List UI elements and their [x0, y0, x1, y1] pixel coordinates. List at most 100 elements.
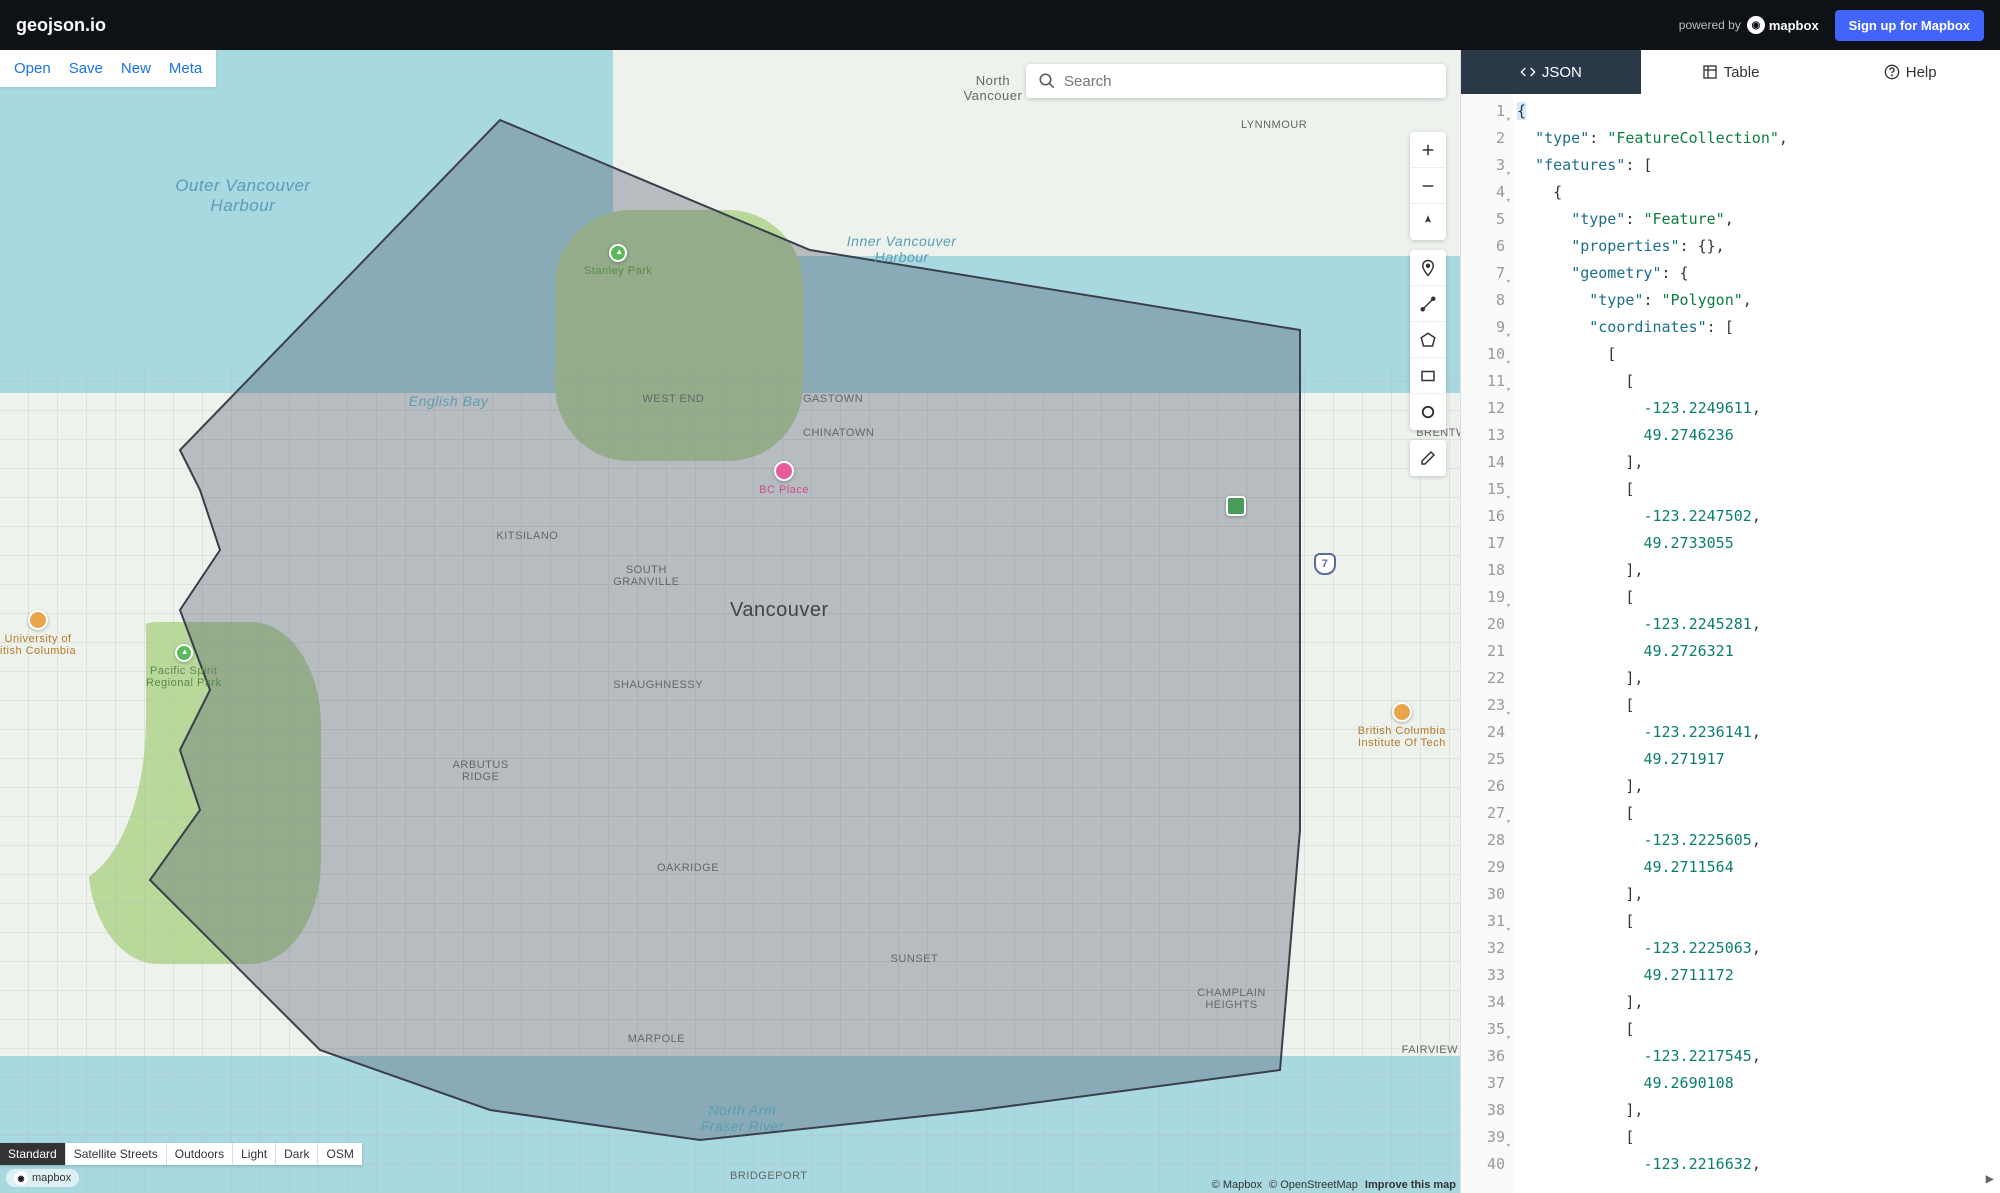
- code-line[interactable]: 49.2726321: [1513, 638, 2000, 665]
- stadium-icon: [774, 461, 794, 481]
- style-satellite[interactable]: Satellite Streets: [66, 1143, 167, 1165]
- code-line[interactable]: "type": "Feature",: [1513, 206, 2000, 233]
- code-line[interactable]: ],: [1513, 1097, 2000, 1124]
- code-line[interactable]: -123.2225063,: [1513, 935, 2000, 962]
- water-label-english-bay: English Bay: [409, 393, 488, 409]
- style-standard[interactable]: Standard: [0, 1143, 66, 1165]
- brand-title[interactable]: geojson.io: [16, 15, 106, 36]
- menu-open[interactable]: Open: [14, 60, 51, 77]
- code-line[interactable]: 49.2746236: [1513, 422, 2000, 449]
- zoom-out-button[interactable]: [1410, 168, 1446, 204]
- code-line[interactable]: [: [1513, 476, 2000, 503]
- attribution-osm[interactable]: © OpenStreetMap: [1269, 1179, 1358, 1191]
- search-input[interactable]: [1064, 73, 1434, 90]
- code-line[interactable]: -123.2216632,: [1513, 1151, 2000, 1178]
- draw-point-button[interactable]: [1410, 250, 1446, 286]
- highway-shield-7: 7: [1314, 553, 1336, 575]
- code-line[interactable]: [: [1513, 908, 2000, 935]
- signup-button[interactable]: Sign up for Mapbox: [1835, 10, 1984, 41]
- edit-button[interactable]: [1410, 440, 1446, 476]
- draw-circle-button[interactable]: [1410, 394, 1446, 430]
- gutter-line: 25: [1461, 746, 1509, 773]
- code-line[interactable]: -123.2225605,: [1513, 827, 2000, 854]
- gutter-line: 38: [1461, 1097, 1509, 1124]
- tab-help[interactable]: Help: [1820, 50, 2000, 94]
- water-label-north-arm: North ArmFraser River: [701, 1102, 784, 1134]
- gutter-line: 24: [1461, 719, 1509, 746]
- code-line[interactable]: [: [1513, 692, 2000, 719]
- code-line[interactable]: "properties": {},: [1513, 233, 2000, 260]
- gutter-line: 40: [1461, 1151, 1509, 1178]
- code-line[interactable]: ],: [1513, 557, 2000, 584]
- code-line[interactable]: {: [1513, 179, 2000, 206]
- code-line[interactable]: {: [1513, 98, 2000, 125]
- code-line[interactable]: "type": "FeatureCollection",: [1513, 125, 2000, 152]
- code-line[interactable]: [: [1513, 368, 2000, 395]
- gutter-line: 26: [1461, 773, 1509, 800]
- code-line[interactable]: -123.2249611,: [1513, 395, 2000, 422]
- code-line[interactable]: "coordinates": [: [1513, 314, 2000, 341]
- draw-line-button[interactable]: [1410, 286, 1446, 322]
- tab-help-label: Help: [1906, 64, 1937, 81]
- mapbox-logo[interactable]: ◉ mapbox: [1747, 16, 1819, 34]
- style-outdoors[interactable]: Outdoors: [167, 1143, 233, 1165]
- tab-table[interactable]: Table: [1641, 50, 1821, 94]
- code-line[interactable]: 49.2733055: [1513, 530, 2000, 557]
- code-line[interactable]: ],: [1513, 773, 2000, 800]
- code-line[interactable]: 49.271917: [1513, 746, 2000, 773]
- code-line[interactable]: ],: [1513, 881, 2000, 908]
- code-line[interactable]: [: [1513, 1016, 2000, 1043]
- menu-meta[interactable]: Meta: [169, 60, 202, 77]
- gutter-line: 7▾: [1461, 260, 1509, 287]
- code-content[interactable]: { "type": "FeatureCollection", "features…: [1513, 94, 2000, 1193]
- code-line[interactable]: 49.2711172: [1513, 962, 2000, 989]
- mapbox-attribution-badge[interactable]: ◉ mapbox: [6, 1169, 79, 1187]
- menu-save[interactable]: Save: [69, 60, 103, 77]
- map-panel[interactable]: Vancouver Outer VancouverHarbour Inner V…: [0, 50, 1460, 1193]
- code-line[interactable]: -123.2236141,: [1513, 719, 2000, 746]
- attribution-improve[interactable]: Improve this map: [1365, 1179, 1456, 1191]
- menu-new[interactable]: New: [121, 60, 151, 77]
- code-line[interactable]: -123.2247502,: [1513, 503, 2000, 530]
- code-line[interactable]: ],: [1513, 989, 2000, 1016]
- mapbox-logo-icon: ◉: [14, 1171, 28, 1185]
- code-line[interactable]: 49.2690108: [1513, 1070, 2000, 1097]
- tab-json[interactable]: JSON: [1461, 50, 1641, 94]
- gutter-line: 12: [1461, 395, 1509, 422]
- code-line[interactable]: "type": "Polygon",: [1513, 287, 2000, 314]
- gutter-line: 32: [1461, 935, 1509, 962]
- style-light[interactable]: Light: [233, 1143, 276, 1165]
- gutter-line: 1▾: [1461, 98, 1509, 125]
- code-line[interactable]: ],: [1513, 449, 2000, 476]
- draw-polygon-button[interactable]: [1410, 322, 1446, 358]
- code-line[interactable]: [: [1513, 1124, 2000, 1151]
- draw-rectangle-button[interactable]: [1410, 358, 1446, 394]
- label-oakridge: OAKRIDGE: [657, 862, 719, 874]
- park-label-stanley: Stanley Park: [584, 244, 652, 277]
- label-south-granville: SOUTHGRANVILLE: [613, 564, 679, 588]
- gutter-line: 30: [1461, 881, 1509, 908]
- gutter-line: 15▾: [1461, 476, 1509, 503]
- zoom-in-button[interactable]: [1410, 132, 1446, 168]
- gutter-line: 33: [1461, 962, 1509, 989]
- code-line[interactable]: [: [1513, 800, 2000, 827]
- code-line[interactable]: -123.2217545,: [1513, 1043, 2000, 1070]
- code-line[interactable]: [: [1513, 584, 2000, 611]
- style-dark[interactable]: Dark: [276, 1143, 318, 1165]
- gutter-line: 16: [1461, 503, 1509, 530]
- label-west-end: WEST END: [642, 393, 704, 405]
- search-box[interactable]: [1026, 64, 1446, 98]
- code-editor[interactable]: 1▾23▾4▾567▾89▾10▾11▾12131415▾16171819▾20…: [1461, 94, 2000, 1193]
- code-line[interactable]: [: [1513, 341, 2000, 368]
- code-line[interactable]: "features": [: [1513, 152, 2000, 179]
- code-line[interactable]: ],: [1513, 665, 2000, 692]
- code-line[interactable]: 49.2711564: [1513, 854, 2000, 881]
- gutter-line: 18: [1461, 557, 1509, 584]
- code-line[interactable]: -123.2245281,: [1513, 611, 2000, 638]
- compass-button[interactable]: [1410, 204, 1446, 240]
- gutter-line: 20: [1461, 611, 1509, 638]
- scroll-right-arrow[interactable]: ▶: [1986, 1171, 1994, 1187]
- code-line[interactable]: "geometry": {: [1513, 260, 2000, 287]
- attribution-mapbox[interactable]: © Mapbox: [1212, 1179, 1262, 1191]
- style-osm[interactable]: OSM: [318, 1143, 361, 1165]
